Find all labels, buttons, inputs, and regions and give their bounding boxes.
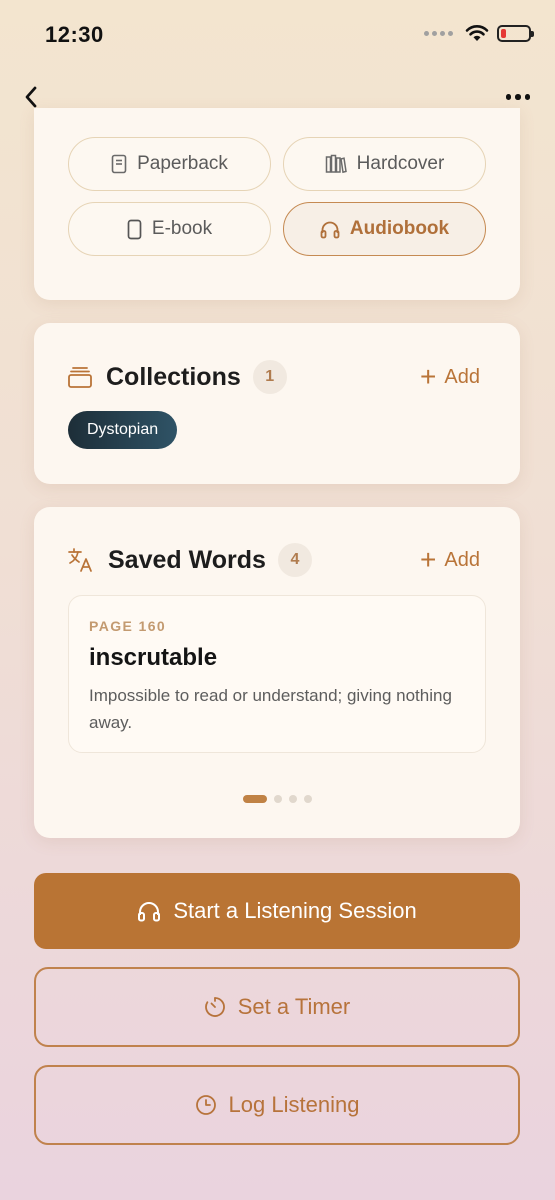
saved-words-header: Saved Words 4 + Add: [68, 540, 480, 580]
signal-icon: [424, 30, 453, 36]
format-paperback-button[interactable]: Paperback: [68, 137, 271, 191]
chevron-left-icon: [25, 86, 37, 108]
plus-icon: +: [420, 544, 437, 575]
add-word-button[interactable]: + Add: [420, 546, 480, 574]
start-session-label: Start a Listening Session: [173, 898, 417, 923]
format-label: Hardcover: [356, 153, 445, 174]
tablet-icon: [127, 219, 142, 239]
set-timer-label: Set a Timer: [237, 994, 351, 1019]
more-dot: [515, 94, 521, 100]
more-dot: [524, 94, 531, 100]
start-listening-session-button[interactable]: Start a Listening Session: [34, 873, 520, 949]
log-listening-button[interactable]: Log Listening: [34, 1065, 520, 1145]
page-indicator[interactable]: [34, 795, 520, 803]
log-listening-label: Log Listening: [228, 1092, 360, 1117]
word-term: inscrutable: [89, 644, 218, 671]
more-options-button[interactable]: [501, 84, 535, 110]
page-dot: [273, 795, 282, 803]
word-definition: Impossible to read or understand; giving…: [89, 686, 452, 732]
collections-title: Collections: [106, 362, 241, 391]
status-bar: 12:30: [0, 0, 555, 70]
page-dot: [303, 795, 312, 803]
collection-tag[interactable]: Dystopian: [68, 411, 178, 449]
collections-card: Collections 1 + Add Dystopian: [34, 323, 520, 484]
add-label: Add: [444, 365, 480, 388]
collections-header: Collections 1 + Add: [68, 357, 480, 397]
format-label: E-book: [151, 218, 213, 239]
book-icon: [111, 154, 127, 174]
format-label: Paperback: [137, 153, 228, 174]
page-dot-active: [242, 795, 267, 803]
format-audiobook-button[interactable]: Audiobook: [283, 202, 486, 256]
plus-icon: +: [420, 361, 437, 392]
wifi-icon: [465, 25, 489, 41]
saved-words-count-badge: 4: [277, 543, 312, 577]
page-dot: [288, 795, 297, 803]
collections-count-badge: 1: [252, 360, 287, 394]
battery-icon: [497, 24, 534, 42]
translate-icon: [68, 548, 92, 572]
timer-icon: [204, 997, 225, 1017]
saved-word-card[interactable]: PAGE 160 inscrutable Impossible to read …: [68, 595, 486, 753]
format-card: Paperback Hardcover E-book Audiobook: [34, 108, 520, 300]
set-timer-button[interactable]: Set a Timer: [34, 967, 520, 1047]
more-dot: [505, 94, 512, 100]
collection-icon: [68, 367, 92, 388]
headphones-icon: [138, 902, 161, 922]
headphones-icon: [320, 221, 340, 238]
word-page-label: PAGE 160: [89, 618, 167, 634]
books-icon: [325, 154, 347, 174]
add-label: Add: [444, 548, 480, 571]
format-label: Audiobook: [349, 218, 450, 239]
status-icons: [424, 24, 534, 42]
status-time: 12:30: [45, 22, 104, 47]
clock-icon: [195, 1095, 216, 1115]
format-hardcover-button[interactable]: Hardcover: [283, 137, 486, 191]
saved-words-title: Saved Words: [108, 545, 266, 574]
add-collection-button[interactable]: + Add: [420, 363, 480, 391]
saved-words-card: Saved Words 4 + Add PAGE 160 inscrutable…: [34, 507, 520, 838]
format-ebook-button[interactable]: E-book: [68, 202, 271, 256]
